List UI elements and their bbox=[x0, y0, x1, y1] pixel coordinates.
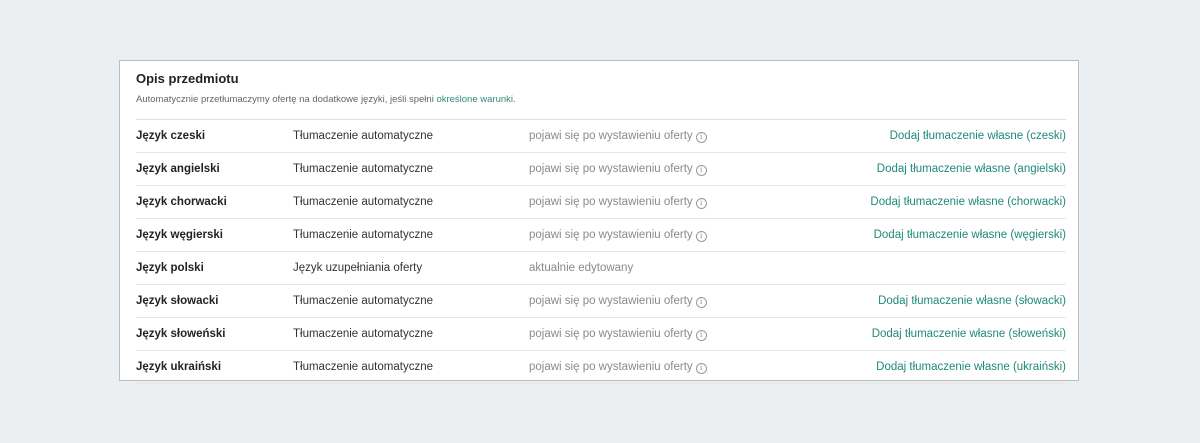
add-own-translation-link[interactable]: Dodaj tłumaczenie własne (angielski) bbox=[877, 153, 1066, 185]
translation-status: pojawi się po wystawieniu oferty i bbox=[529, 318, 707, 350]
language-name: Język ukraiński bbox=[136, 361, 222, 373]
translation-status: pojawi się po wystawieniu oferty i bbox=[529, 153, 707, 185]
add-own-translation-link[interactable]: Dodaj tłumaczenie własne (słowacki) bbox=[878, 285, 1066, 317]
info-icon[interactable]: i bbox=[695, 165, 707, 176]
status-text: aktualnie edytowany bbox=[529, 262, 634, 274]
status-text: pojawi się po wystawieniu oferty bbox=[529, 328, 693, 340]
add-own-translation-link[interactable]: Dodaj tłumaczenie własne (czeski) bbox=[890, 120, 1066, 152]
add-own-translation-link[interactable]: Dodaj tłumaczenie własne (ukraiński) bbox=[876, 351, 1066, 383]
translation-type: Tłumaczenie automatyczne bbox=[293, 163, 433, 175]
conditions-link[interactable]: określone warunki bbox=[436, 94, 513, 105]
translation-status: pojawi się po wystawieniu oferty i bbox=[529, 351, 707, 383]
table-row: Język słowacki Tłumaczenie automatyczne po… bbox=[136, 285, 1066, 318]
add-own-translation-link[interactable]: Dodaj tłumaczenie własne (węgierski) bbox=[874, 219, 1066, 251]
table-row: Język słoweński Tłumaczenie automatyczne p… bbox=[136, 318, 1066, 351]
language-name: Język czeski bbox=[136, 130, 206, 142]
table-row: Język chorwacki Tłumaczenie automatyczne p… bbox=[136, 186, 1066, 219]
add-own-translation-link[interactable]: Dodaj tłumaczenie własne (słoweński) bbox=[872, 318, 1066, 350]
languages-table: Język czeski Tłumaczenie automatyczne poja… bbox=[136, 119, 1066, 384]
translation-status: aktualnie edytowany bbox=[529, 252, 633, 284]
translation-status: pojawi się po wystawieniu oferty i bbox=[529, 120, 707, 152]
translation-type: Tłumaczenie automatyczne bbox=[293, 328, 433, 340]
translation-status: pojawi się po wystawieniu oferty i bbox=[529, 219, 707, 251]
info-icon[interactable]: i bbox=[695, 231, 707, 242]
language-name: Język polski bbox=[136, 262, 204, 274]
status-text: pojawi się po wystawieniu oferty bbox=[529, 295, 693, 307]
language-name: Język angielski bbox=[136, 163, 220, 175]
status-text: pojawi się po wystawieniu oferty bbox=[529, 361, 693, 373]
table-row: Język węgierski Tłumaczenie automatyczne p… bbox=[136, 219, 1066, 252]
section-title: Opis przedmiotu bbox=[136, 71, 239, 86]
translation-type: Tłumaczenie automatyczne bbox=[293, 361, 433, 373]
language-name: Język słowacki bbox=[136, 295, 219, 307]
info-icon[interactable]: i bbox=[695, 330, 707, 341]
status-text: pojawi się po wystawieniu oferty bbox=[529, 229, 693, 241]
translation-status: pojawi się po wystawieniu oferty i bbox=[529, 186, 707, 218]
item-description-card: Opis przedmiotu Automatycznie przetłumac… bbox=[119, 60, 1079, 384]
section-subtitle: Automatycznie przetłumaczymy ofertę na d… bbox=[136, 94, 1066, 106]
table-row: Język angielski Tłumaczenie automatyczne p… bbox=[136, 153, 1066, 186]
language-name: Język słoweński bbox=[136, 328, 226, 340]
translation-type: Tłumaczenie automatyczne bbox=[293, 229, 433, 241]
add-own-translation-link[interactable]: Dodaj tłumaczenie własne (chorwacki) bbox=[870, 186, 1066, 218]
info-icon[interactable]: i bbox=[695, 132, 707, 143]
table-row: Język czeski Tłumaczenie automatyczne poja… bbox=[136, 120, 1066, 153]
table-row: Język polski Język uzupełniania oferty akt… bbox=[136, 252, 1066, 285]
table-row: Język ukraiński Tłumaczenie automatyczne p… bbox=[136, 351, 1066, 384]
status-text: pojawi się po wystawieniu oferty bbox=[529, 163, 693, 175]
status-text: pojawi się po wystawieniu oferty bbox=[529, 196, 693, 208]
translation-type: Język uzupełniania oferty bbox=[293, 262, 423, 274]
translation-status: pojawi się po wystawieniu oferty i bbox=[529, 285, 707, 317]
info-icon[interactable]: i bbox=[695, 198, 707, 209]
translation-type: Tłumaczenie automatyczne bbox=[293, 196, 433, 208]
subtitle-suffix: . bbox=[513, 94, 516, 105]
translation-type: Tłumaczenie automatyczne bbox=[293, 130, 433, 142]
card-header: Opis przedmiotu Automatycznie przetłumac… bbox=[136, 71, 1066, 106]
language-name: Język chorwacki bbox=[136, 196, 227, 208]
language-name: Język węgierski bbox=[136, 229, 223, 241]
info-icon[interactable]: i bbox=[695, 297, 707, 308]
info-icon[interactable]: i bbox=[695, 363, 707, 374]
translation-type: Tłumaczenie automatyczne bbox=[293, 295, 433, 307]
status-text: pojawi się po wystawieniu oferty bbox=[529, 130, 693, 142]
subtitle-text: Automatycznie przetłumaczymy ofertę na d… bbox=[136, 94, 437, 105]
